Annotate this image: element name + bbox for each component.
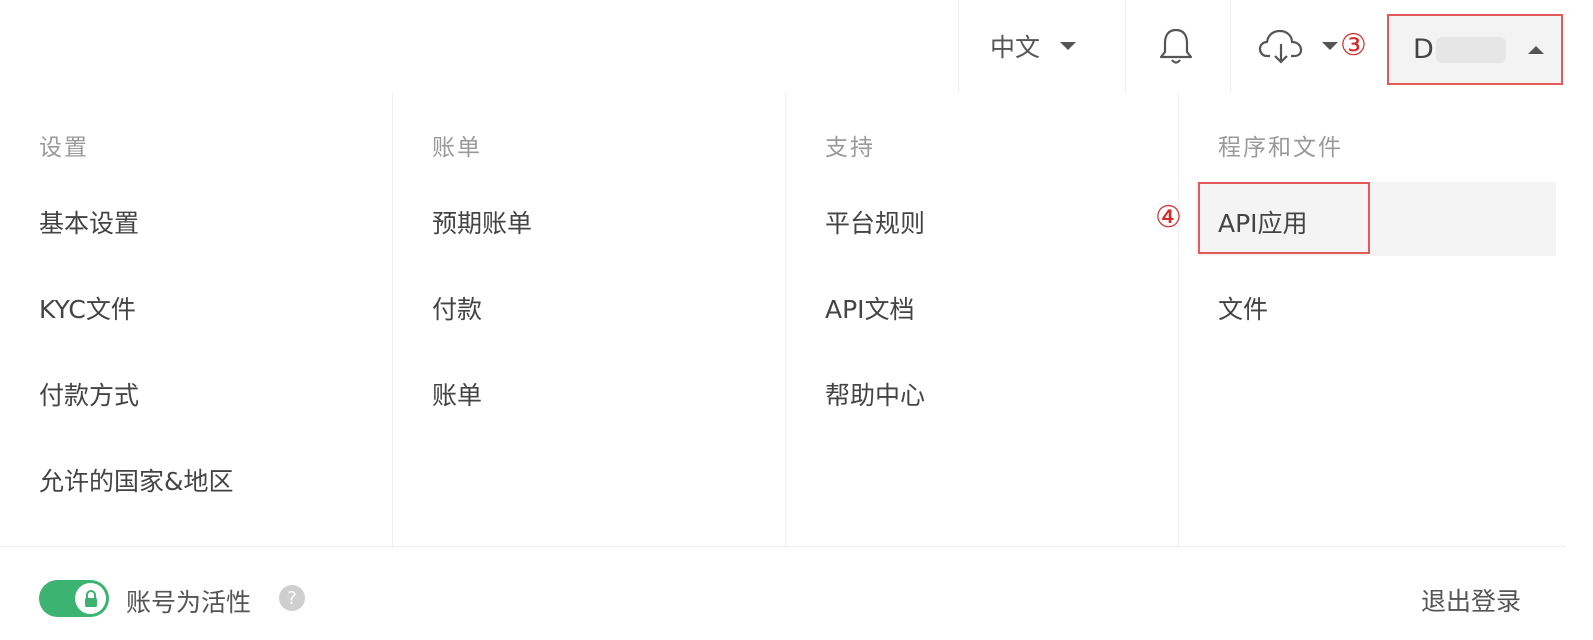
column-divider [392, 92, 393, 548]
question-icon[interactable]: ? [279, 585, 305, 611]
divider [1125, 0, 1126, 92]
files-link[interactable]: 文件 [1218, 290, 1268, 326]
account-active-toggle[interactable] [39, 580, 109, 617]
basic-settings-link[interactable]: 基本设置 [39, 204, 139, 240]
platform-rules-link[interactable]: 平台规则 [825, 204, 925, 240]
bell-icon [1159, 28, 1193, 64]
download-menu-button[interactable] [1258, 0, 1338, 92]
kyc-documents-link[interactable]: KYC文件 [39, 290, 136, 326]
divider [1230, 0, 1231, 92]
allowed-countries-link[interactable]: 允许的国家&地区 [39, 462, 234, 498]
payments-link[interactable]: 付款 [432, 290, 482, 326]
column-divider [1178, 92, 1179, 548]
dropdown-footer: 账号为活性 ? 退出登录 [0, 546, 1566, 640]
account-active-label: 账号为活性 [126, 588, 252, 617]
annotation-marker: ④ [1155, 200, 1182, 235]
settings-section-title: 设置 [39, 135, 89, 161]
expected-bills-link[interactable]: 预期账单 [432, 204, 532, 240]
chevron-down-icon [1322, 42, 1338, 50]
programs-files-section-title: 程序和文件 [1218, 135, 1343, 161]
language-label: 中文 [990, 33, 1041, 62]
annotation-marker: ③ [1340, 28, 1367, 63]
cloud-download-icon [1258, 29, 1303, 64]
lock-icon [84, 589, 97, 607]
user-menu-button[interactable]: D [1387, 14, 1563, 85]
help-center-link[interactable]: 帮助中心 [825, 376, 925, 412]
payment-methods-link[interactable]: 付款方式 [39, 376, 139, 412]
api-docs-link[interactable]: API文档 [825, 290, 915, 326]
bills-link[interactable]: 账单 [432, 376, 482, 412]
notifications-button[interactable] [1157, 0, 1195, 92]
username-blur [1435, 36, 1506, 63]
username: D [1413, 34, 1434, 65]
chevron-down-icon [1060, 42, 1077, 50]
billing-section-title: 账单 [432, 135, 482, 161]
language-selector[interactable]: 中文 [990, 0, 1077, 92]
support-section-title: 支持 [825, 135, 875, 161]
logout-link[interactable]: 退出登录 [1421, 582, 1521, 618]
toggle-knob [75, 583, 106, 614]
chevron-up-icon [1527, 45, 1544, 54]
column-divider [785, 92, 786, 548]
divider [958, 0, 959, 92]
api-apps-annotation-box [1198, 182, 1370, 254]
top-bar: 中文 ③ D [0, 0, 1593, 92]
